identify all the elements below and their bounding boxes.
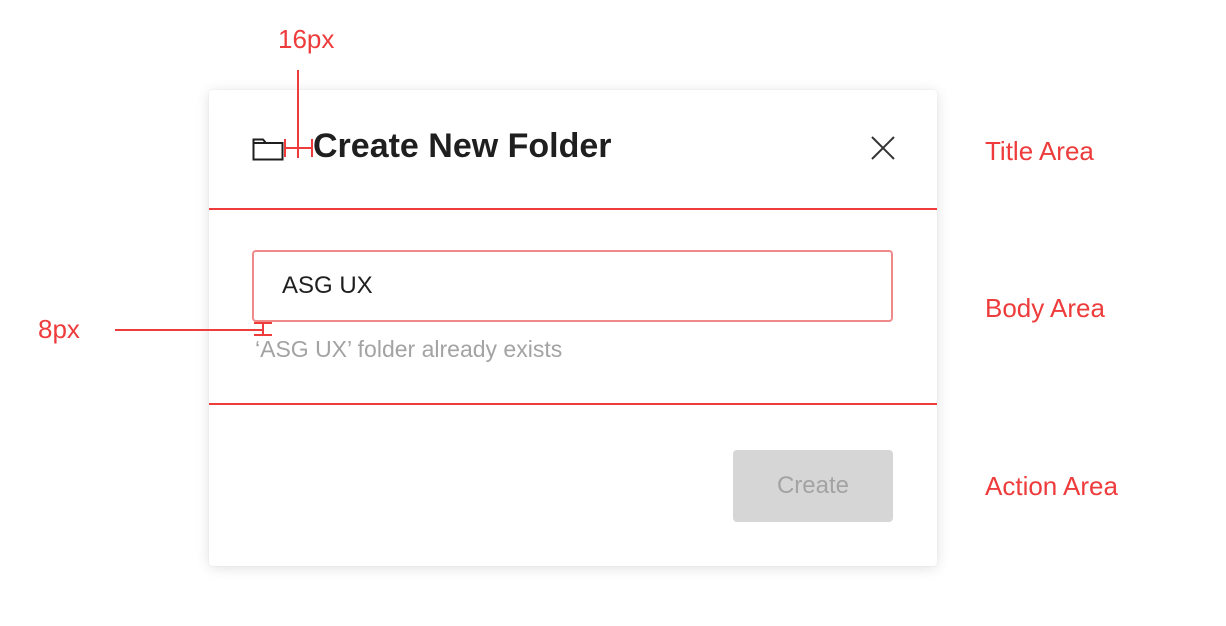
redline-tick-left-16 <box>284 139 286 157</box>
redline-tick-bottom-8 <box>254 334 272 336</box>
folder-name-input[interactable] <box>252 250 893 322</box>
redline-tick-top-8 <box>254 322 272 324</box>
close-button[interactable] <box>869 134 897 162</box>
redline-vertical-16 <box>297 70 299 158</box>
annotation-spacing-8px: 8px <box>38 314 80 344</box>
annotation-action-area: Action Area <box>985 471 1118 501</box>
redline-horizontal-16 <box>284 147 312 149</box>
annotation-divider-body <box>209 403 937 405</box>
annotation-title-area: Title Area <box>985 136 1094 166</box>
create-button[interactable]: Create <box>733 450 893 522</box>
folder-icon <box>252 137 284 161</box>
annotation-body-area: Body Area <box>985 293 1105 323</box>
error-message: ‘ASG UX’ folder already exists <box>255 336 563 362</box>
redline-tick-right-16 <box>311 139 313 157</box>
create-folder-dialog: Create New Folder ‘ASG UX’ folder alread… <box>209 90 937 566</box>
annotation-spacing-16px: 16px <box>278 24 335 54</box>
redline-horizontal-8 <box>115 329 263 331</box>
title-area: Create New Folder <box>209 90 937 208</box>
close-icon <box>871 136 895 160</box>
dialog-title: Create New Folder <box>313 127 612 165</box>
annotation-divider-title <box>209 208 937 210</box>
